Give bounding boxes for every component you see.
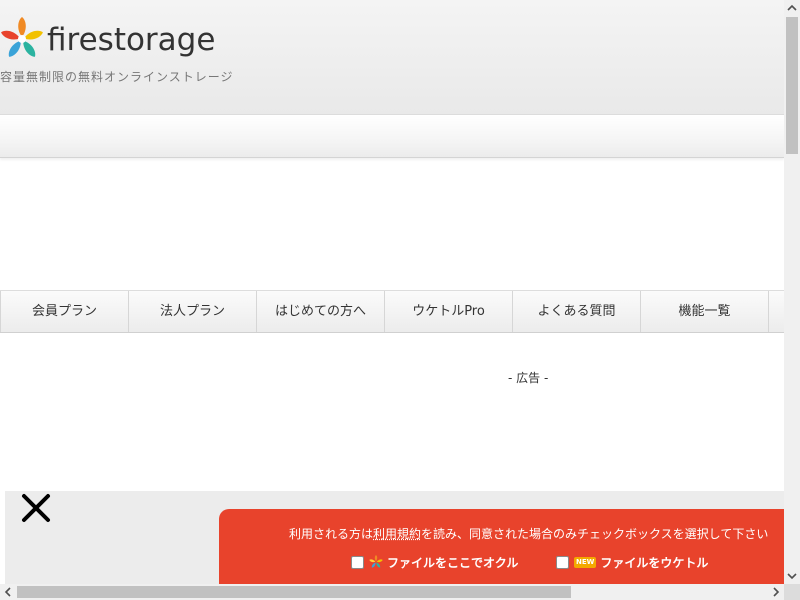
terms-link[interactable]: 利用規約 — [373, 527, 421, 541]
nav-item-business-plan[interactable]: 法人プラン — [128, 291, 256, 332]
receive-file-label: ファイルをウケトル — [600, 555, 709, 570]
scroll-down-arrow-icon[interactable] — [784, 568, 800, 584]
scroll-right-arrow-icon[interactable] — [768, 584, 784, 600]
agreement-suffix: を読み、同意された場合のみチェックボックスを選択して下さい — [421, 527, 769, 541]
page-viewport: firestorage 容量無制限の無料オンラインストレージ 会員プラン 法人プ… — [0, 0, 784, 584]
vertical-scroll-thumb[interactable] — [786, 17, 798, 154]
flower-icon — [369, 555, 383, 568]
sub-header-bar — [0, 115, 784, 158]
scroll-up-arrow-icon[interactable] — [784, 0, 800, 16]
horizontal-scroll-thumb[interactable] — [17, 586, 571, 598]
main-nav: 会員プラン 法人プラン はじめての方へ ウケトルPro よくある質問 機能一覧 — [0, 290, 784, 333]
scroll-left-arrow-icon[interactable] — [0, 584, 16, 600]
site-tagline: 容量無制限の無料オンラインストレージ — [0, 70, 234, 84]
bottom-upload-overlay: 利用される方は利用規約を読み、同意された場合のみチェックボックスを選択して下さい… — [5, 491, 784, 584]
nav-item-overflow[interactable] — [768, 291, 784, 332]
site-logo-text[interactable]: firestorage — [47, 18, 215, 62]
nav-item-member-plan[interactable]: 会員プラン — [0, 291, 128, 332]
agreement-text: 利用される方は利用規約を読み、同意された場合のみチェックボックスを選択して下さい — [289, 525, 768, 542]
flower-logo-icon[interactable] — [0, 17, 44, 61]
send-file-label: ファイルをここでオクル — [387, 555, 519, 570]
upload-panel: 利用される方は利用規約を読み、同意された場合のみチェックボックスを選択して下さい… — [219, 509, 784, 584]
receive-file-option[interactable]: NEW ファイルをウケトル — [556, 553, 708, 571]
new-badge: NEW — [574, 556, 597, 568]
close-icon[interactable] — [19, 491, 53, 525]
nav-item-uketoru-pro[interactable]: ウケトルPro — [384, 291, 512, 332]
send-file-checkbox[interactable] — [351, 555, 364, 569]
nav-item-faq[interactable]: よくある質問 — [512, 291, 640, 332]
nav-item-beginners[interactable]: はじめての方へ — [256, 291, 384, 332]
ad-label: - 広告 - — [508, 371, 549, 385]
scrollbar-corner — [784, 584, 800, 600]
horizontal-scrollbar[interactable] — [0, 584, 784, 600]
send-file-option[interactable]: ファイルをここでオクル — [351, 553, 518, 571]
agreement-prefix: 利用される方は — [289, 527, 374, 541]
nav-item-features[interactable]: 機能一覧 — [640, 291, 768, 332]
vertical-scrollbar[interactable] — [784, 0, 800, 584]
receive-file-checkbox[interactable] — [556, 555, 569, 569]
site-header: firestorage 容量無制限の無料オンラインストレージ — [0, 0, 784, 115]
